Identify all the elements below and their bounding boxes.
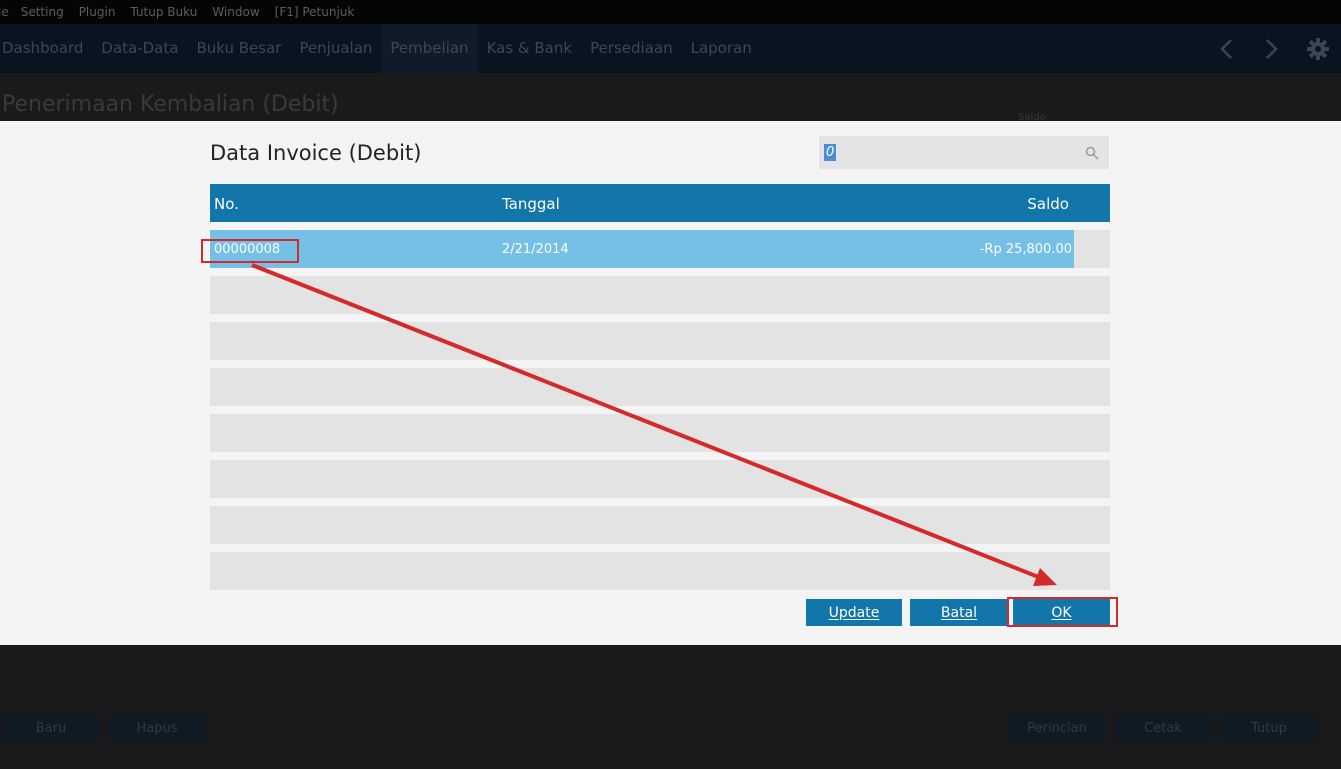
dialog-title: Data Invoice (Debit) (210, 141, 422, 165)
nav-pembelian[interactable]: Pembelian (381, 24, 478, 73)
menu-bar: le Setting Plugin Tutup Buku Window [F1]… (0, 0, 1341, 24)
annotation-box-invoice-no (201, 239, 299, 263)
menu-item-file[interactable]: le (0, 5, 9, 19)
main-navbar: Dashboard Data-Data Buku Besar Penjualan… (0, 24, 1341, 73)
nav-right-controls (1203, 24, 1341, 73)
table-row-selected[interactable]: 00000008 2/21/2014 -Rp 25,800.00 (210, 230, 1110, 268)
search-input[interactable]: 0 (819, 136, 1109, 169)
annotation-box-ok (1007, 597, 1118, 627)
tutup-button[interactable]: Tutup (1220, 714, 1318, 742)
chevron-left-icon[interactable] (1203, 24, 1249, 73)
nav-buku-besar[interactable]: Buku Besar (187, 24, 290, 73)
menu-item-tutup-buku[interactable]: Tutup Buku (130, 5, 197, 19)
selection-highlight (210, 230, 1074, 268)
nav-laporan[interactable]: Laporan (682, 24, 761, 73)
table-row[interactable] (210, 322, 1110, 360)
cell-saldo[interactable]: -Rp 25,800.00 (980, 242, 1072, 257)
bottom-toolbar: Baru Hapus Perincian Cetak Tutup (0, 714, 1341, 744)
gear-icon[interactable] (1295, 24, 1341, 73)
table-row[interactable] (210, 414, 1110, 452)
cell-tanggal[interactable]: 2/21/2014 (502, 242, 569, 257)
table-row[interactable] (210, 368, 1110, 406)
nav-dashboard[interactable]: Dashboard (0, 24, 92, 73)
search-value[interactable]: 0 (824, 144, 837, 161)
column-header-tanggal[interactable]: Tanggal (502, 195, 560, 213)
menu-item-petunjuk[interactable]: [F1] Petunjuk (275, 5, 355, 19)
table-row[interactable] (210, 506, 1110, 544)
menu-item-plugin[interactable]: Plugin (79, 5, 116, 19)
column-header-saldo[interactable]: Saldo (1027, 195, 1069, 213)
nav-data-data[interactable]: Data-Data (92, 24, 187, 73)
hapus-button[interactable]: Hapus (108, 714, 206, 742)
table-row[interactable] (210, 552, 1110, 590)
nav-kas-bank[interactable]: Kas & Bank (478, 24, 582, 73)
table-header: No. Tanggal Saldo (210, 184, 1110, 222)
nav-penjualan[interactable]: Penjualan (290, 24, 381, 73)
page-title: Penerimaan Kembalian (Debit) (2, 92, 339, 117)
app-window: le Setting Plugin Tutup Buku Window [F1]… (0, 0, 1341, 769)
table-row[interactable] (210, 460, 1110, 498)
search-icon[interactable] (1085, 145, 1099, 160)
chevron-right-icon[interactable] (1249, 24, 1295, 73)
cetak-button[interactable]: Cetak (1114, 714, 1212, 742)
invoice-dialog: Data Invoice (Debit) 0 No. Tanggal Saldo… (0, 121, 1341, 645)
menu-item-window[interactable]: Window (212, 5, 259, 19)
baru-button[interactable]: Baru (2, 714, 100, 742)
perincian-button[interactable]: Perincian (1008, 714, 1106, 742)
menu-item-setting[interactable]: Setting (21, 5, 64, 19)
column-header-no[interactable]: No. (214, 195, 239, 213)
nav-persediaan[interactable]: Persediaan (581, 24, 682, 73)
batal-button[interactable]: Batal (910, 599, 1008, 626)
table-row[interactable] (210, 276, 1110, 314)
update-button[interactable]: Update (806, 599, 902, 626)
